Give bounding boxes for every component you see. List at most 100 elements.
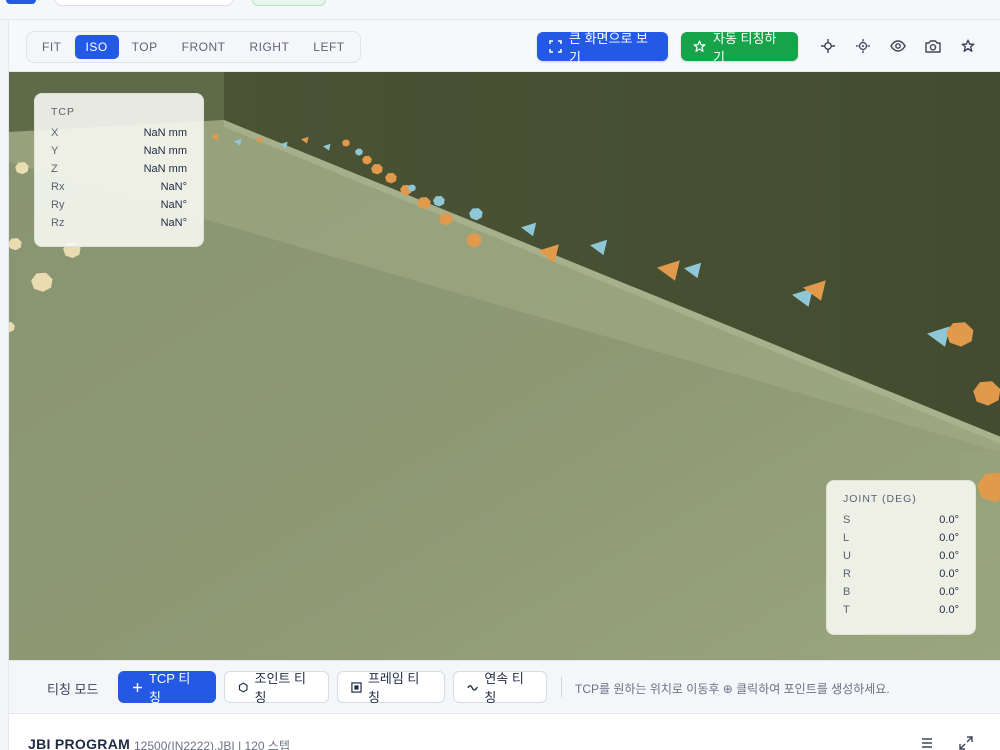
joint-key: R	[843, 568, 851, 580]
view-left-button[interactable]: LEFT	[302, 35, 355, 59]
tcp-key: X	[51, 127, 59, 139]
tcp-value: NaN°	[160, 217, 187, 229]
crosshair-icon[interactable]	[818, 36, 838, 56]
tcp-row-z: Z NaN mm	[51, 160, 187, 178]
tcp-row-rx: Rx NaN°	[51, 178, 187, 196]
view-fit-button[interactable]: FIT	[31, 35, 73, 59]
teaching-point-marker[interactable]	[439, 213, 453, 226]
teaching-point-marker[interactable]	[657, 260, 680, 281]
teaching-point-marker[interactable]	[590, 239, 608, 256]
joint-value: 0.0°	[939, 568, 959, 580]
view-front-button[interactable]: FRONT	[171, 35, 237, 59]
joint-row-r: R 0.0°	[843, 565, 959, 583]
teaching-point-marker[interactable]	[255, 136, 263, 144]
teaching-mode-bar: 티칭 모드 TCP 티칭 조인트 티칭 프레임 티칭 연속 티칭 TCP를 원하…	[9, 660, 1000, 713]
teaching-hint: TCP를 원하는 위치로 이동후 ⊕ 클릭하여 포인트를 생성하세요.	[575, 682, 890, 696]
frame-icon	[351, 681, 362, 693]
tcp-row-y: Y NaN mm	[51, 142, 187, 160]
joint-readout-panel: JOINT (DEG) S 0.0° L 0.0° U 0.0° R 0.0° B 0.0…	[826, 480, 976, 635]
teaching-point-marker[interactable]	[684, 262, 702, 279]
teaching-point-marker[interactable]	[355, 148, 363, 156]
robot-viewer: FIT ISO TOP FRONT RIGHT LEFT 큰 화면으로 보기 자…	[8, 20, 1000, 713]
tcp-key: Rx	[51, 181, 65, 193]
hexagon-icon	[238, 681, 248, 693]
joint-key: U	[843, 550, 851, 562]
star-icon[interactable]	[958, 36, 978, 56]
camera-icon[interactable]	[923, 36, 943, 56]
joint-key: T	[843, 604, 850, 616]
continuous-teach-label: 연속 티칭	[484, 671, 524, 705]
auto-teach-button[interactable]: 자동 티칭하기	[681, 31, 798, 65]
viewer-toolbar: FIT ISO TOP FRONT RIGHT LEFT 큰 화면으로 보기 자…	[9, 20, 1000, 72]
top-select[interactable]	[54, 0, 234, 6]
teaching-point-marker[interactable]	[362, 155, 372, 165]
teaching-point-marker[interactable]	[977, 472, 1000, 503]
teaching-point-marker[interactable]	[385, 173, 397, 184]
joint-value: 0.0°	[939, 550, 959, 562]
expand-panel-icon[interactable]	[959, 736, 975, 750]
joint-row-l: L 0.0°	[843, 529, 959, 547]
teaching-point-marker[interactable]	[301, 136, 309, 144]
teaching-point-marker[interactable]	[973, 381, 1000, 406]
view-right-button[interactable]: RIGHT	[238, 35, 300, 59]
joint-value: 0.0°	[939, 532, 959, 544]
joint-teach-label: 조인트 티칭	[254, 671, 306, 705]
tcp-value: NaN°	[160, 199, 187, 211]
joint-row-s: S 0.0°	[843, 511, 959, 529]
3d-scene-canvas[interactable]: TCP X NaN mm Y NaN mm Z NaN mm Rx NaN° Ry NaN…	[9, 72, 1000, 660]
teaching-point-marker[interactable]	[342, 139, 350, 147]
target-icon[interactable]	[853, 36, 873, 56]
joint-row-t: T 0.0°	[843, 601, 959, 619]
tcp-value: NaN mm	[143, 163, 187, 175]
tcp-row-rz: Rz NaN°	[51, 214, 187, 232]
star-outline-icon	[693, 40, 706, 52]
continuous-teach-button[interactable]: 연속 티칭	[453, 671, 547, 705]
tcp-teach-button[interactable]: TCP 티칭	[118, 671, 216, 705]
tcp-key: Z	[51, 163, 58, 175]
teaching-mode-label: 티칭 모드	[47, 682, 99, 697]
teaching-point-marker[interactable]	[521, 222, 537, 237]
teaching-point-marker[interactable]	[234, 138, 242, 146]
top-strip	[0, 0, 1000, 20]
view-iso-button[interactable]: ISO	[74, 35, 119, 59]
teaching-page: FIT ISO TOP FRONT RIGHT LEFT 큰 화면으로 보기 자…	[0, 0, 1000, 750]
joint-row-b: B 0.0°	[843, 583, 959, 601]
teaching-point-marker[interactable]	[927, 326, 950, 347]
list-icon[interactable]	[920, 736, 936, 750]
mode-divider	[561, 677, 562, 697]
auto-teach-label: 자동 티칭하기	[713, 30, 777, 65]
tcp-key: Rz	[51, 217, 65, 229]
teaching-point-marker[interactable]	[9, 238, 22, 251]
view-top-button[interactable]: TOP	[121, 35, 169, 59]
teaching-point-marker[interactable]	[323, 143, 331, 151]
wave-icon	[467, 685, 478, 691]
tcp-row-ry: Ry NaN°	[51, 196, 187, 214]
teaching-point-marker[interactable]	[371, 164, 383, 175]
teaching-point-marker[interactable]	[417, 197, 431, 210]
teaching-point-marker[interactable]	[466, 233, 482, 248]
program-title: JBI PROGRAM	[28, 736, 131, 750]
eye-icon[interactable]	[888, 36, 908, 56]
teaching-point-marker[interactable]	[280, 141, 288, 149]
teaching-point-marker[interactable]	[433, 196, 445, 207]
teaching-point-marker[interactable]	[946, 322, 974, 347]
teaching-point-marker[interactable]	[538, 244, 559, 263]
joint-panel-title: JOINT (DEG)	[843, 493, 917, 505]
joint-teach-button[interactable]: 조인트 티칭	[224, 671, 329, 705]
fullscreen-button[interactable]: 큰 화면으로 보기	[537, 31, 668, 65]
expand-icon	[549, 40, 562, 53]
program-meta: 12500(IN2222).JBI | 120 스텝	[134, 739, 290, 750]
tcp-teach-label: TCP 티칭	[148, 671, 191, 705]
teaching-point-marker[interactable]	[469, 208, 483, 221]
teaching-point-marker[interactable]	[31, 272, 53, 292]
top-status-badge	[252, 0, 326, 6]
teaching-point-marker[interactable]	[9, 322, 15, 333]
teaching-point-marker[interactable]	[15, 162, 29, 175]
tcp-row-x: X NaN mm	[51, 124, 187, 142]
top-tab-active[interactable]	[6, 0, 36, 4]
joint-value: 0.0°	[939, 586, 959, 598]
teaching-point-marker[interactable]	[211, 133, 219, 141]
joint-row-u: U 0.0°	[843, 547, 959, 565]
frame-teach-button[interactable]: 프레임 티칭	[337, 671, 445, 705]
plus-icon	[132, 682, 142, 692]
